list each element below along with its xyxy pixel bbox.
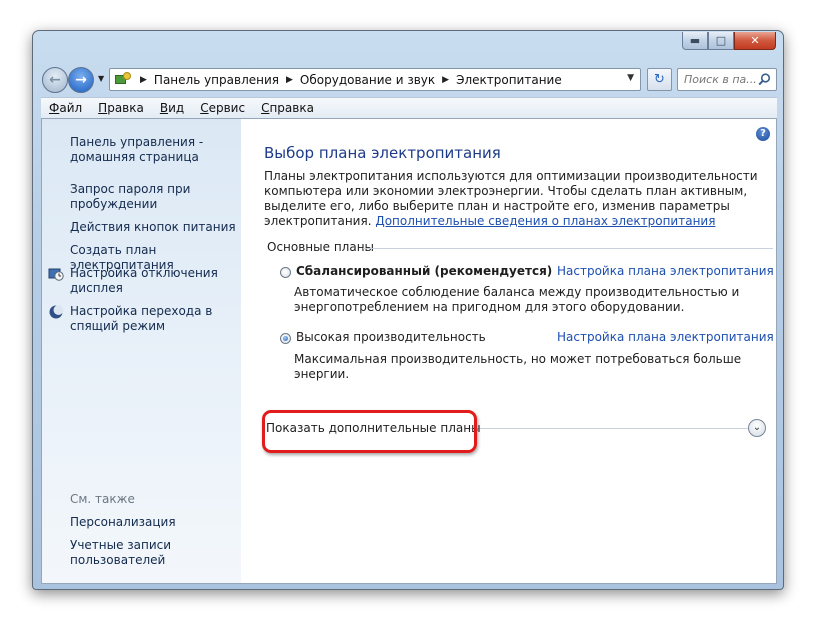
breadcrumb-power-options[interactable]: Электропитание [456, 73, 562, 87]
menu-tools[interactable]: Сервис [199, 101, 246, 115]
recent-pages-dropdown[interactable]: ▼ [98, 74, 104, 83]
page-title: Выбор плана электропитания [264, 144, 501, 162]
plan-name-balanced[interactable]: Сбалансированный (рекомендуется) [296, 264, 552, 278]
back-arrow-icon: ← [49, 72, 61, 88]
breadcrumb-arrow-icon[interactable]: ▶ [442, 75, 449, 85]
search-icon[interactable] [758, 73, 771, 86]
plan-radio-balanced[interactable] [280, 267, 291, 278]
display-off-clock-icon [48, 268, 64, 281]
refresh-icon: ↻ [654, 72, 665, 87]
control-panel-icon [113, 71, 133, 88]
maximize-button[interactable]: □ [708, 32, 734, 50]
more-info-link[interactable]: Дополнительные сведения о планах электро… [375, 214, 715, 228]
help-icon[interactable]: ? [756, 127, 770, 141]
caption-buttons: ▬ □ ✕ [682, 32, 776, 50]
search-input[interactable] [684, 70, 762, 89]
intro-text: Планы электропитания используются для оп… [264, 169, 758, 228]
address-dropdown-icon[interactable]: ▼ [627, 73, 634, 83]
group-label-main-plans: Основные планы [267, 240, 375, 254]
navigation-row: ← → ▼ ▶ Панель управления ▶ Оборудование… [41, 67, 777, 93]
menu-edit[interactable]: Правка [97, 101, 145, 115]
expand-button[interactable]: ⌄ [748, 419, 766, 437]
menu-bar: Файл Правка Вид Сервис Справка [41, 97, 777, 118]
main-pane: ? Выбор плана электропитания Планы элект… [241, 119, 776, 583]
close-button[interactable]: ✕ [734, 32, 776, 50]
control-panel-window: ▬ □ ✕ ← → ▼ ▶ Панель управления ▶ Оборуд… [32, 30, 784, 590]
menu-view[interactable]: Вид [159, 101, 185, 115]
plan-name-high-performance[interactable]: Высокая производительность [296, 330, 486, 344]
sidebar-item-display-off[interactable]: Настройка отключения дисплея [70, 266, 238, 296]
content-area: Панель управления - домашняя страница За… [41, 118, 777, 584]
search-box[interactable] [677, 68, 777, 91]
group-divider [363, 248, 773, 249]
plan-settings-link-balanced[interactable]: Настройка плана электропитания [557, 264, 774, 278]
forward-button[interactable]: → [68, 67, 94, 93]
show-more-divider [468, 428, 758, 429]
forward-arrow-icon: → [75, 72, 87, 88]
chevron-down-icon: ⌄ [752, 422, 762, 433]
sidebar-item-user-accounts[interactable]: Учетные записи пользователей [70, 538, 238, 568]
sidebar-item-control-panel-home[interactable]: Панель управления - домашняя страница [70, 135, 238, 165]
sidebar-item-sleep-mode[interactable]: Настройка перехода в спящий режим [70, 304, 238, 334]
back-button[interactable]: ← [42, 67, 68, 93]
task-sidebar: Панель управления - домашняя страница За… [42, 119, 241, 583]
breadcrumb-arrow-icon[interactable]: ▶ [286, 75, 293, 85]
minimize-button[interactable]: ▬ [682, 32, 708, 50]
menu-help[interactable]: Справка [260, 101, 315, 115]
plan-settings-link-high-performance[interactable]: Настройка плана электропитания [557, 330, 774, 344]
menu-file[interactable]: Файл [48, 101, 83, 115]
see-also-heading: См. также [70, 492, 135, 506]
breadcrumb-control-panel[interactable]: Панель управления [154, 73, 279, 87]
sidebar-item-power-buttons[interactable]: Действия кнопок питания [70, 220, 238, 235]
highlight-annotation [262, 410, 477, 453]
plan-radio-high-performance[interactable] [280, 333, 291, 344]
breadcrumb-arrow-icon[interactable]: ▶ [140, 75, 147, 85]
sidebar-item-wakeup-password[interactable]: Запрос пароля при пробуждении [70, 182, 238, 212]
breadcrumb-hardware-sound[interactable]: Оборудование и звук [300, 73, 435, 87]
plan-description-balanced: Автоматическое соблюдение баланса между … [294, 285, 740, 314]
plan-description-high-performance: Максимальная производительность, но може… [294, 352, 742, 381]
sleep-moon-icon [49, 305, 64, 319]
address-bar[interactable]: ▶ Панель управления ▶ Оборудование и зву… [109, 68, 641, 91]
refresh-button[interactable]: ↻ [647, 68, 672, 91]
sidebar-item-personalization[interactable]: Персонализация [70, 515, 238, 530]
